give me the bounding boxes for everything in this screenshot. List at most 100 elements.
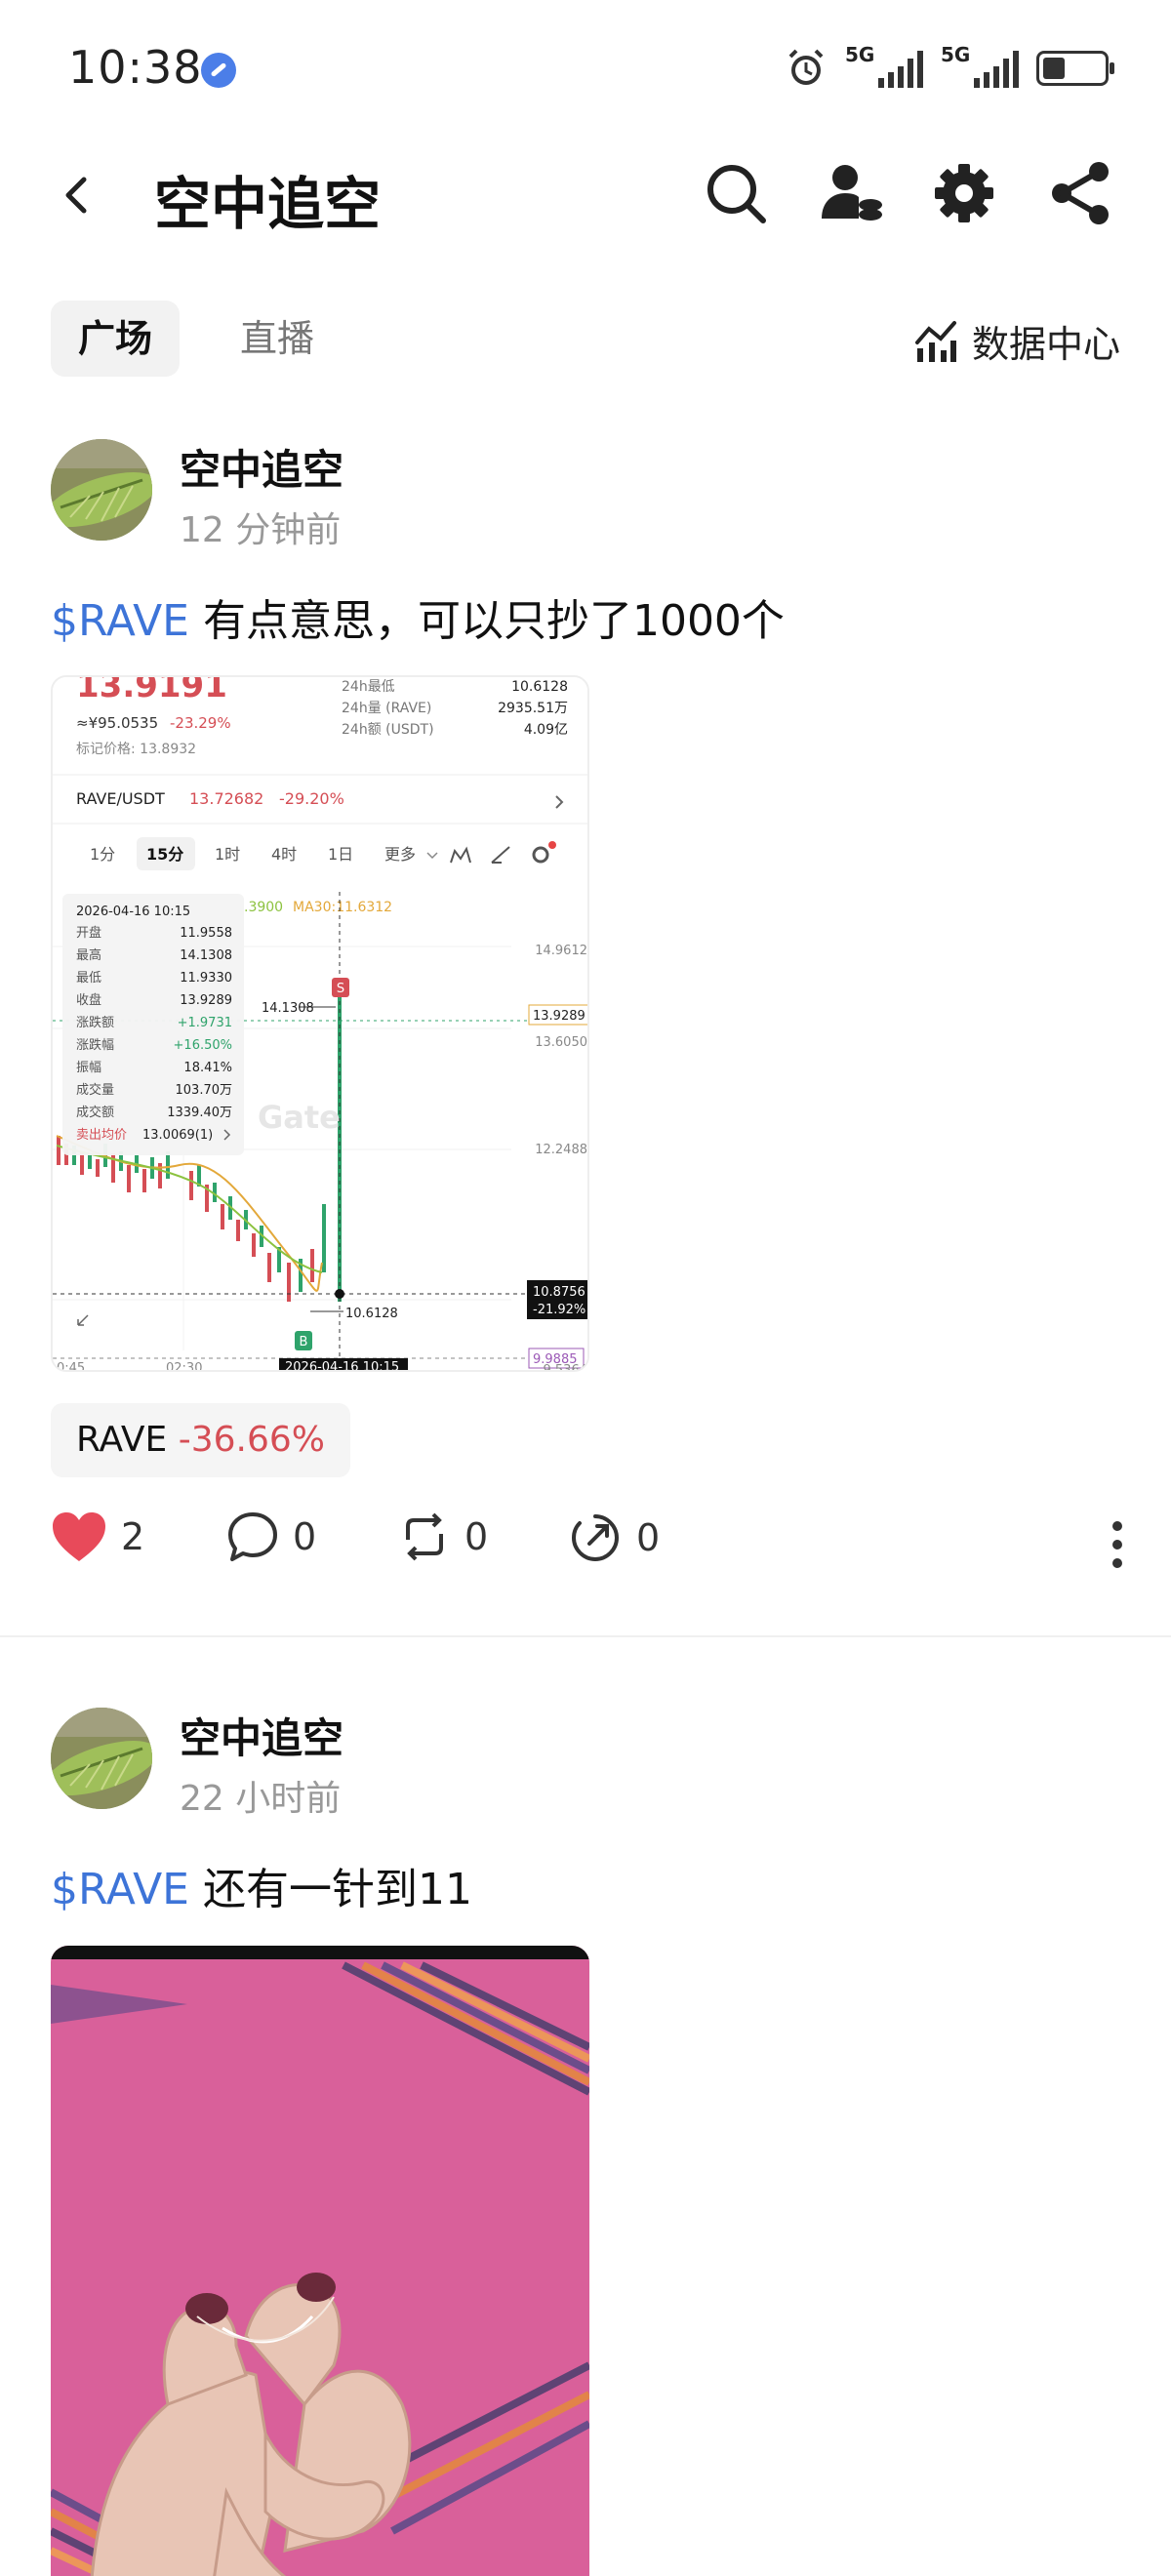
interval-15m: 15分 <box>146 845 183 864</box>
tooltip-label-low: 最低 <box>76 971 101 986</box>
comment-count: 0 <box>293 1515 317 1558</box>
x-cursor-label: 2026-04-16 10:15 <box>285 1360 399 1372</box>
interval-1d: 1日 <box>328 845 353 864</box>
coin-badge-symbol: RAVE <box>76 1420 168 1460</box>
tab-square[interactable]: 广场 <box>51 301 181 377</box>
repost-count: 0 <box>464 1515 489 1558</box>
avatar[interactable] <box>51 439 152 541</box>
interval-1h: 1时 <box>215 845 240 864</box>
chart-24h-amt: 4.09亿 <box>524 722 568 738</box>
signal-5g-1-icon: 5G <box>845 43 923 88</box>
share-post-button[interactable]: 0 <box>568 1510 660 1565</box>
post-time: 22 小时前 <box>180 1779 342 1819</box>
post-author[interactable]: 空中追空 <box>180 437 343 497</box>
chart-ma-small: .3900 <box>244 900 283 915</box>
tooltip-value-low: 11.9330 <box>180 971 232 986</box>
tooltip-label-change-pct: 涨跌幅 <box>76 1037 114 1053</box>
tooltip-label-volume: 成交量 <box>76 1082 114 1098</box>
post-actions: 2 0 0 0 <box>51 1510 1124 1579</box>
x-label-2: 02:30 <box>166 1361 202 1372</box>
tooltip-value-avg: 13.0069(1) <box>142 1128 213 1143</box>
post-image-chart[interactable]: 13.9191 ≈¥95.0535 -23.29% 标记价格: 13.8932 … <box>51 675 589 1372</box>
chart-price: 13.9191 <box>76 677 227 705</box>
tooltip-value-close: 13.9289 <box>180 993 232 1008</box>
post-text: 还有一针到11 <box>188 1865 472 1914</box>
like-count: 2 <box>121 1515 145 1558</box>
coin-tag-link[interactable]: $RAVE <box>51 1865 189 1914</box>
chart-cny-change: -23.29% <box>170 714 231 732</box>
heart-icon <box>53 1512 105 1561</box>
settings-gear-icon[interactable] <box>929 158 999 228</box>
chart-cross-tag-1: 10.8756 <box>533 1285 586 1300</box>
interval-1m: 1分 <box>90 845 115 864</box>
coin-badge-change: -36.66% <box>178 1420 325 1460</box>
post-time: 12 分钟前 <box>180 510 342 550</box>
feed-tabs: 广场 直播 数据中心 <box>0 293 1171 381</box>
more-options-icon[interactable] <box>1110 1518 1124 1571</box>
chart-low-mark: 10.6128 <box>345 1307 398 1321</box>
coin-tag-link[interactable]: $RAVE <box>51 596 189 646</box>
tooltip-value-high: 14.1308 <box>180 948 232 963</box>
post-content: $RAVE 有点意思，可以只抄了1000个 <box>51 585 785 648</box>
chart-24h-low: 10.6128 <box>511 679 568 695</box>
post-text: 有点意思，可以只抄了1000个 <box>188 596 785 646</box>
y-tick-4: 9.5364 <box>544 1363 588 1372</box>
tooltip-label-change: 涨跌额 <box>76 1015 114 1030</box>
chart-pair: RAVE/USDT <box>76 789 165 808</box>
back-arrow-icon[interactable] <box>55 172 101 219</box>
chart-buy-marker: B <box>300 1335 308 1349</box>
chart-watermark: Gate <box>258 1099 341 1136</box>
interval-4h: 4时 <box>271 845 297 864</box>
post-divider <box>0 1635 1171 1637</box>
share-arrow-icon <box>571 1514 620 1562</box>
y-tick-2: 13.6050 <box>535 1035 587 1050</box>
tooltip-label-amplitude: 振幅 <box>76 1061 101 1075</box>
share-count: 0 <box>636 1516 661 1559</box>
tooltip-value-open: 11.9558 <box>180 926 232 941</box>
chart-24h-amt-label: 24h额 (USDT) <box>342 722 434 738</box>
tooltip-label-open: 开盘 <box>76 925 101 941</box>
tooltip-label-close: 收盘 <box>76 992 101 1008</box>
chart-current-tag: 13.9289 <box>533 1009 586 1024</box>
chart-pair-price: 13.72682 <box>189 789 263 808</box>
tab-live[interactable]: 直播 <box>213 301 342 377</box>
tooltip-value-change-pct: +16.50% <box>174 1038 232 1053</box>
tooltip-value-amount: 1339.40万 <box>167 1106 232 1120</box>
chart-24h-vol-label: 24h量 (RAVE) <box>342 701 431 716</box>
chart-cny: ≈¥95.0535 <box>76 714 158 732</box>
top-app-bar: 空中追空 <box>0 137 1171 254</box>
tooltip-value-amplitude: 18.41% <box>183 1061 232 1075</box>
alarm-icon <box>788 49 824 85</box>
post-content: $RAVE 还有一针到11 <box>51 1854 472 1916</box>
status-bar: 10:38 5G 5G <box>0 0 1171 137</box>
chart-ma30: MA30:11.6312 <box>293 900 392 915</box>
data-center-link[interactable]: 数据中心 <box>913 314 1120 368</box>
share-icon[interactable] <box>1046 158 1116 228</box>
chart-pair-change: -29.20% <box>279 789 344 808</box>
tooltip-label-avg: 卖出均价 <box>76 1128 127 1143</box>
data-center-label: 数据中心 <box>971 323 1120 366</box>
page-title: 空中追空 <box>154 171 382 237</box>
comment-button[interactable]: 0 <box>226 1510 316 1563</box>
app-notification-icon <box>201 53 236 88</box>
comment-icon <box>228 1512 277 1561</box>
coin-badge[interactable]: RAVE -36.66% <box>51 1403 350 1477</box>
avatar[interactable] <box>51 1708 152 1809</box>
tooltip-label-amount: 成交额 <box>76 1105 114 1120</box>
tooltip-date: 2026-04-16 10:15 <box>76 905 190 919</box>
search-icon[interactable] <box>701 158 771 228</box>
data-chart-icon <box>914 320 956 362</box>
y-tick-3: 12.2488 <box>535 1143 587 1157</box>
post-image-photo[interactable] <box>51 1946 589 2576</box>
post-author[interactable]: 空中追空 <box>180 1706 343 1765</box>
chart-24h-vol: 2935.51万 <box>498 701 568 716</box>
chart-cross-tag-2: -21.92% <box>533 1303 586 1317</box>
like-button[interactable]: 2 <box>51 1510 144 1563</box>
repost-button[interactable]: 0 <box>398 1510 488 1563</box>
x-label-1: 0:45 <box>57 1361 85 1372</box>
chart-sell-marker: S <box>337 982 344 996</box>
profile-coin-icon[interactable] <box>816 158 886 228</box>
signal-5g-2-icon: 5G <box>941 43 1019 88</box>
battery-icon <box>1036 51 1114 86</box>
repost-icon <box>406 1512 443 1561</box>
